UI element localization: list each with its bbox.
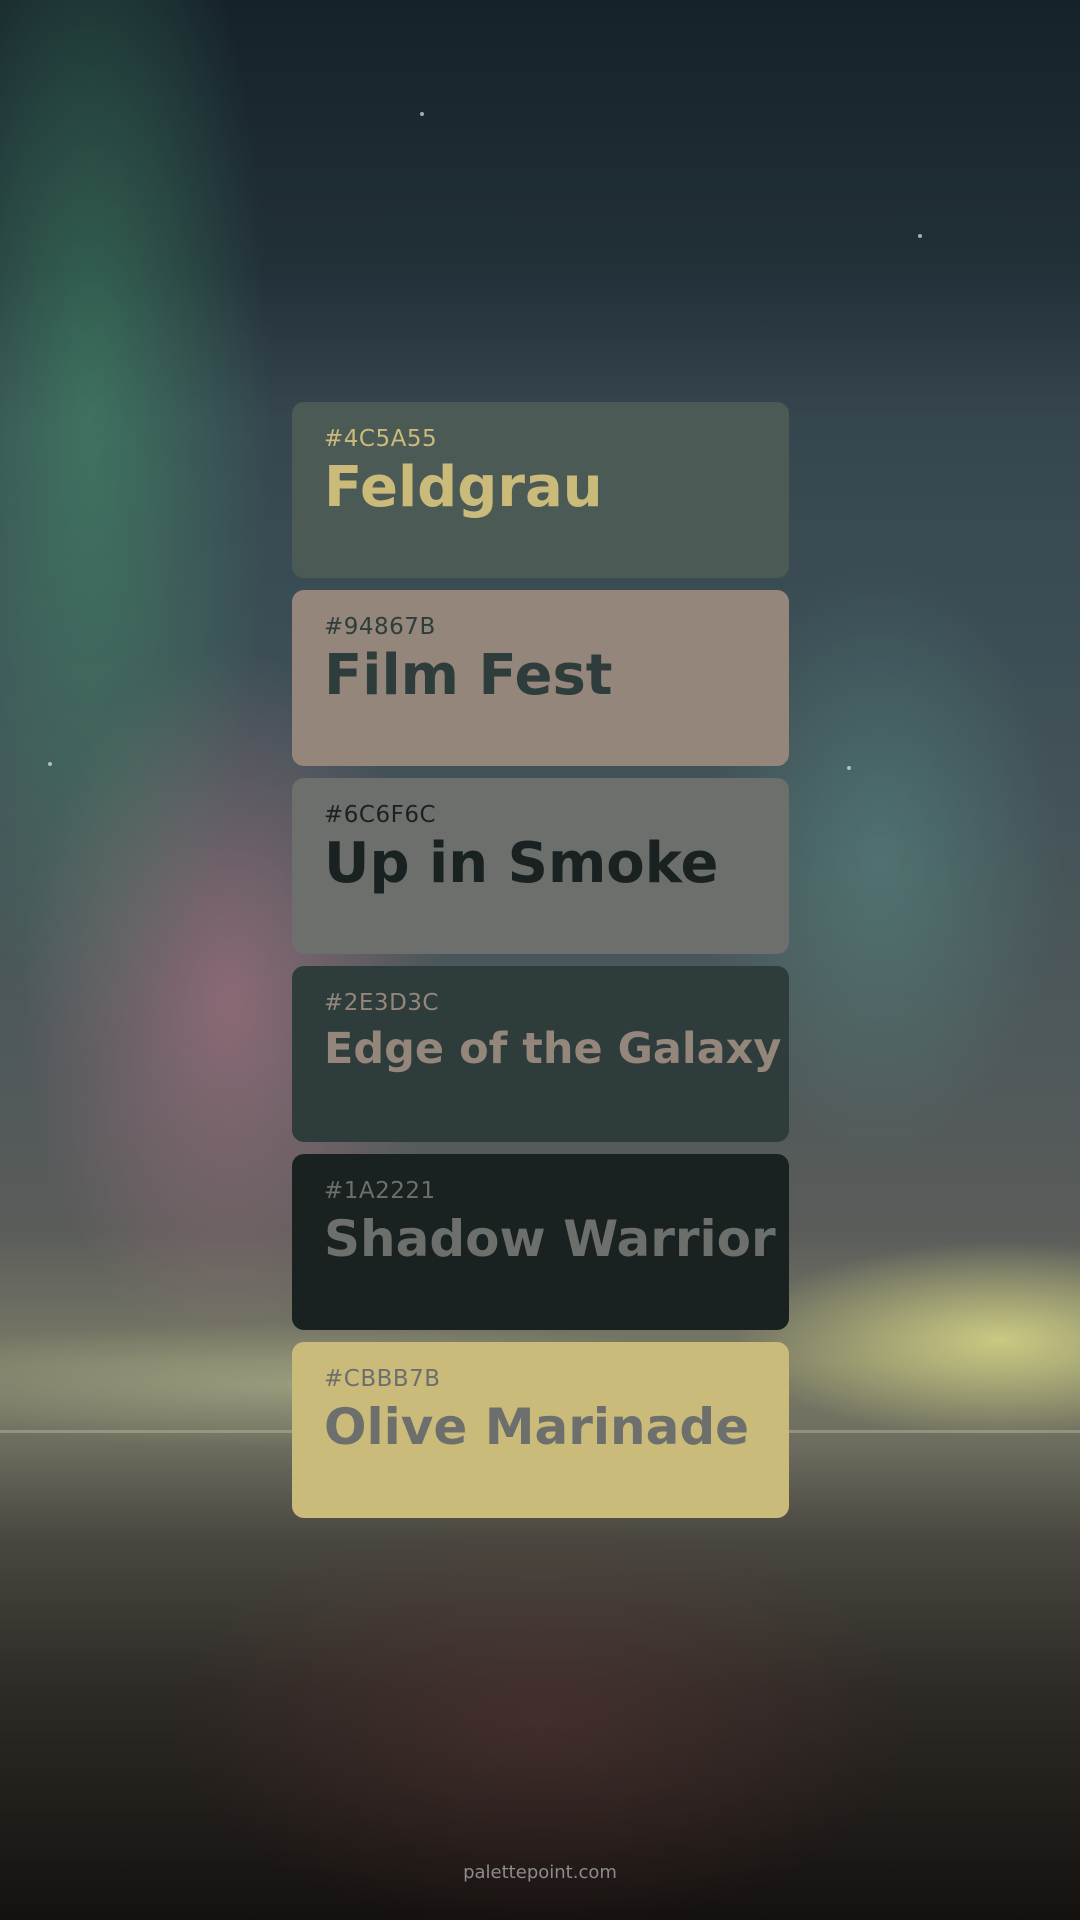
swatch-hex-code: #1A2221 (324, 1178, 436, 1204)
star (847, 766, 851, 770)
palette-swatch-list: #4C5A55 Feldgrau #94867B Film Fest #6C6F… (292, 402, 789, 1530)
swatch-color-name: Up in Smoke (324, 831, 719, 896)
swatch-color-name: Film Fest (324, 643, 613, 708)
swatch-card-feldgrau[interactable]: #4C5A55 Feldgrau (292, 402, 789, 578)
swatch-color-name: Shadow Warrior (324, 1210, 776, 1268)
swatch-card-shadow-warrior[interactable]: #1A2221 Shadow Warrior (292, 1154, 789, 1330)
star (918, 234, 922, 238)
star (48, 762, 52, 766)
swatch-hex-code: #94867B (324, 614, 436, 640)
swatch-color-name: Edge of the Galaxy (324, 1024, 782, 1074)
swatch-hex-code: #4C5A55 (324, 426, 438, 452)
swatch-card-edge-of-the-galaxy[interactable]: #2E3D3C Edge of the Galaxy (292, 966, 789, 1142)
swatch-hex-code: #6C6F6C (324, 802, 437, 828)
swatch-color-name: Olive Marinade (324, 1398, 750, 1456)
swatch-hex-code: #2E3D3C (324, 990, 439, 1016)
swatch-card-film-fest[interactable]: #94867B Film Fest (292, 590, 789, 766)
swatch-color-name: Feldgrau (324, 455, 603, 520)
star (420, 112, 424, 116)
swatch-card-olive-marinade[interactable]: #CBBB7B Olive Marinade (292, 1342, 789, 1518)
footer-site-link[interactable]: palettepoint.com (0, 1862, 1080, 1883)
swatch-hex-code: #CBBB7B (324, 1366, 441, 1392)
swatch-card-up-in-smoke[interactable]: #6C6F6C Up in Smoke (292, 778, 789, 954)
